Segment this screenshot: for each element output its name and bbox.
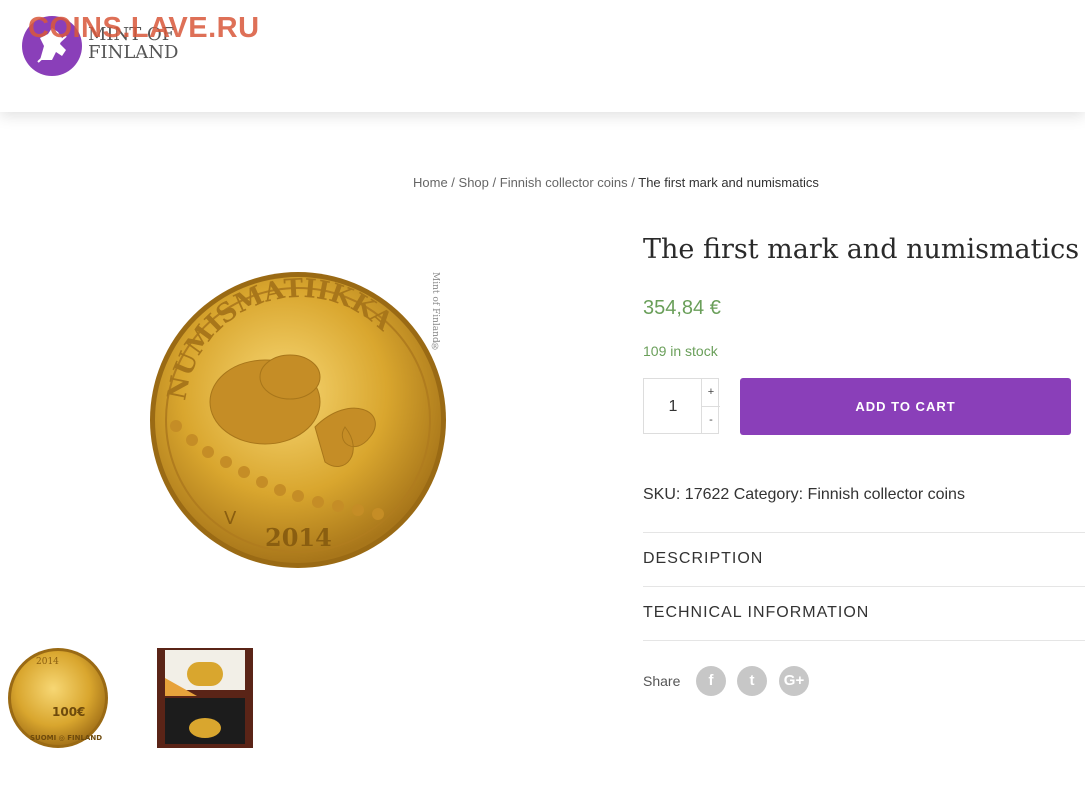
product-thumbnail-reverse[interactable]: 2014 100€ SUOMI ◎ FINLAND (0, 648, 110, 748)
stock-status: 109 in stock (643, 343, 718, 359)
thumb-text: SUOMI ◎ FINLAND (30, 734, 102, 742)
breadcrumb-separator: / (447, 175, 459, 190)
quantity-input[interactable]: 1 (644, 379, 702, 435)
breadcrumb-category[interactable]: Finnish collector coins (500, 175, 628, 190)
watermark: COINS.LAVE.RU (28, 12, 260, 44)
thumb-year: 2014 (36, 657, 59, 667)
thumb-value: 100€ (52, 705, 85, 719)
quantity-increase-button[interactable]: + (701, 379, 720, 407)
product-title: The first mark and numismatics (643, 234, 1080, 265)
coin-side-text: Mint of Finland® (430, 272, 440, 353)
quantity-stepper[interactable]: 1 + - (643, 378, 720, 435)
tab-technical-information[interactable]: TECHNICAL INFORMATION (643, 604, 869, 622)
facebook-icon[interactable]: f (696, 666, 726, 696)
site-header: MINT OF FINLAND COINS.LAVE.RU (0, 0, 1085, 112)
share-label: Share (643, 673, 681, 689)
product-thumbnail-box[interactable] (157, 648, 253, 748)
divider (643, 532, 1085, 533)
breadcrumb-separator: / (488, 175, 500, 190)
breadcrumb-shop[interactable]: Shop (459, 175, 489, 190)
divider (643, 640, 1085, 641)
breadcrumb-home[interactable]: Home (413, 175, 448, 190)
logo-line-2: FINLAND (88, 42, 179, 63)
quantity-decrease-button[interactable]: - (701, 407, 720, 434)
product-meta: SKU: 17622 Category: Finnish collector c… (643, 486, 965, 503)
tab-description[interactable]: DESCRIPTION (643, 550, 763, 568)
product-price: 354,84 € (643, 297, 721, 319)
add-to-cart-button[interactable]: ADD TO CART (740, 378, 1071, 435)
coin-year: 2014 (265, 523, 332, 552)
google-plus-icon[interactable]: G+ (779, 666, 809, 696)
divider (643, 586, 1085, 587)
breadcrumb-separator: / (627, 175, 639, 190)
breadcrumb-current: The first mark and numismatics (638, 175, 819, 190)
coin-mintmark: V (224, 508, 237, 529)
breadcrumb: Home / Shop / Finnish collector coins / … (413, 175, 819, 190)
twitter-icon[interactable]: t (737, 666, 767, 696)
product-main-image[interactable]: NUMISMATIIKKA V 2014 (140, 262, 460, 582)
